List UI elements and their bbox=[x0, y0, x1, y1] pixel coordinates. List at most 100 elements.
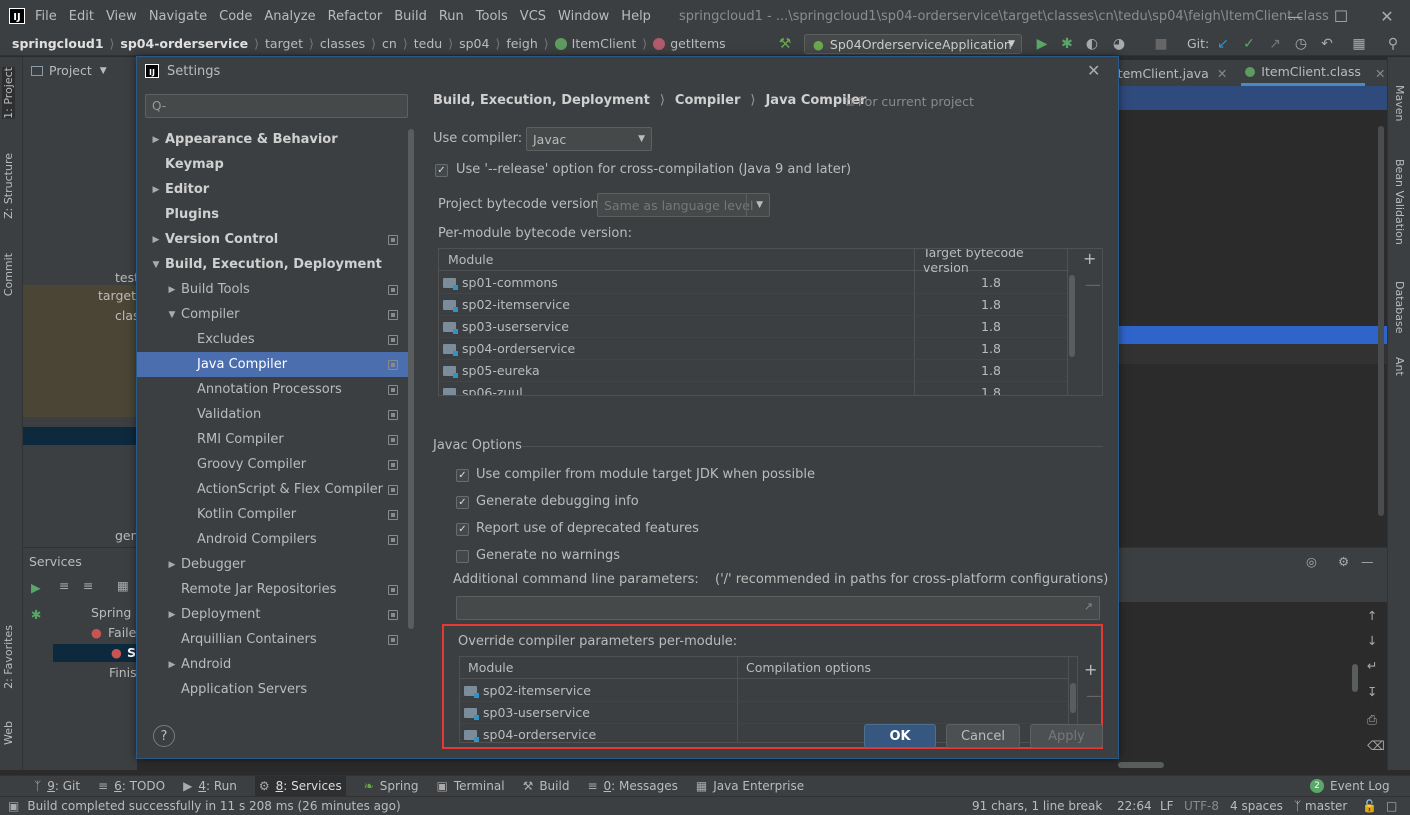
settings-tree-item[interactable]: Keymap bbox=[137, 152, 409, 177]
chevron-right-icon[interactable]: ▶ bbox=[149, 135, 163, 145]
editor-area[interactable] bbox=[1118, 86, 1387, 546]
project-bytecode-select[interactable]: Same as language level ▼ bbox=[597, 193, 770, 217]
remove-override-icon[interactable]: — bbox=[1086, 686, 1102, 705]
status-chars[interactable]: 91 chars, 1 line break bbox=[972, 799, 1102, 813]
settings-tree-item[interactable]: Validation bbox=[137, 402, 409, 427]
value-cell[interactable]: 1.8 bbox=[915, 275, 1067, 290]
service-selected[interactable]: S bbox=[127, 645, 136, 660]
cancel-button[interactable]: Cancel bbox=[946, 724, 1020, 748]
remove-module-icon[interactable]: — bbox=[1085, 275, 1101, 294]
menu-view[interactable]: View bbox=[106, 9, 137, 24]
crumb-module[interactable]: sp04-orderservice bbox=[120, 36, 248, 51]
settings-tree-item[interactable]: ▼ Compiler bbox=[137, 302, 409, 327]
settings-tree-item[interactable]: Plugins bbox=[137, 202, 409, 227]
menu-file[interactable]: File bbox=[35, 9, 57, 24]
settings-tree-item[interactable]: Excludes bbox=[137, 327, 409, 352]
bottom-tab-run[interactable]: ▶ 4: Run bbox=[183, 779, 237, 793]
use-compiler-select[interactable]: Javac ▼ bbox=[526, 127, 652, 151]
chevron-right-icon[interactable]: ▶ bbox=[165, 285, 179, 295]
git-commit-icon[interactable]: ✓ bbox=[1240, 35, 1258, 53]
soft-wrap-icon[interactable]: ↵ bbox=[1367, 658, 1377, 673]
value-cell[interactable]: 1.8 bbox=[915, 363, 1067, 378]
crumb-cn[interactable]: cn bbox=[382, 36, 397, 51]
settings-tree-item[interactable]: ▶ Debugger bbox=[137, 552, 409, 577]
settings-tree-item[interactable]: ▶ Build Tools bbox=[137, 277, 409, 302]
tab-web[interactable]: Web bbox=[2, 721, 15, 745]
release-option-checkbox[interactable]: ✓ bbox=[435, 164, 448, 177]
stop-icon[interactable]: ■ bbox=[1152, 35, 1170, 53]
tab-itemclient-class[interactable]: ItemClient.class bbox=[1241, 60, 1365, 86]
menu-analyze[interactable]: Analyze bbox=[264, 9, 315, 24]
value-cell[interactable]: 1.8 bbox=[915, 319, 1067, 334]
tab-bean-validation[interactable]: Bean Validation bbox=[1393, 159, 1406, 245]
add-override-icon[interactable]: + bbox=[1084, 660, 1097, 679]
crumb-target[interactable]: target bbox=[265, 36, 303, 51]
col-override-module[interactable]: Module bbox=[468, 660, 513, 675]
status-encoding[interactable]: UTF-8 bbox=[1184, 799, 1219, 813]
project-panel-header[interactable]: Project ▼ bbox=[31, 63, 107, 78]
services-run-icon[interactable]: ▶ bbox=[31, 580, 41, 595]
settings-tree-item[interactable]: ▶ Editor bbox=[137, 177, 409, 202]
value-cell[interactable]: 1.8 bbox=[915, 297, 1067, 312]
settings-tree-item[interactable]: Remote Jar Repositories bbox=[137, 577, 409, 602]
bottom-tab-todo[interactable]: ≡ 6: TODO bbox=[98, 779, 165, 793]
run-icon[interactable]: ▶ bbox=[1033, 35, 1051, 53]
settings-tree-item[interactable]: ▶ Deployment bbox=[137, 602, 409, 627]
git-push-icon[interactable]: ↗ bbox=[1266, 35, 1284, 53]
event-log-button[interactable]: 2 Event Log bbox=[1310, 779, 1390, 793]
tab-database[interactable]: Database bbox=[1393, 281, 1406, 334]
crumb-itemclient[interactable]: ItemClient bbox=[572, 36, 637, 51]
settings-tree-item[interactable]: RMI Compiler bbox=[137, 427, 409, 452]
services-debug-icon[interactable]: ✱ bbox=[31, 607, 41, 622]
menu-code[interactable]: Code bbox=[219, 9, 252, 24]
col-target-bytecode[interactable]: Target bytecode version bbox=[923, 249, 1069, 275]
table-row[interactable]: sp03-userservice 1.8 bbox=[439, 316, 1067, 338]
expand-field-icon[interactable]: ↗ bbox=[1084, 600, 1093, 613]
crumb-classes[interactable]: classes bbox=[320, 36, 365, 51]
trash-icon[interactable]: ⌫ bbox=[1367, 738, 1385, 753]
settings-tree-item[interactable]: Annotation Processors bbox=[137, 377, 409, 402]
chevron-right-icon[interactable]: ▶ bbox=[149, 235, 163, 245]
bottom-tab-java-enterprise[interactable]: ▦ Java Enterprise bbox=[696, 779, 804, 793]
no-warnings-checkbox[interactable] bbox=[456, 550, 469, 563]
debugging-info-checkbox[interactable]: ✓ bbox=[456, 496, 469, 509]
table-row[interactable]: sp03-userservice bbox=[460, 702, 1068, 724]
menu-refactor[interactable]: Refactor bbox=[328, 9, 383, 24]
value-cell[interactable]: 1.8 bbox=[915, 341, 1067, 356]
status-message[interactable]: Build completed successfully in 11 s 208… bbox=[27, 799, 400, 813]
col-compilation-options[interactable]: Compilation options bbox=[746, 660, 871, 675]
crumb-getitems[interactable]: getItems bbox=[670, 36, 726, 51]
minimize-icon[interactable]: — bbox=[1272, 0, 1318, 32]
lock-icon[interactable]: 🔓 bbox=[1362, 799, 1377, 813]
service-finished[interactable]: Finis bbox=[109, 665, 137, 680]
build-hammer-icon[interactable]: ⚒ bbox=[776, 35, 794, 53]
table-row[interactable]: sp02-itemservice bbox=[460, 680, 1068, 702]
status-position[interactable]: 22:64 bbox=[1117, 799, 1152, 813]
close-window-icon[interactable]: ✕ bbox=[1364, 0, 1410, 32]
settings-tree-item[interactable]: ▶ Version Control bbox=[137, 227, 409, 252]
menu-build[interactable]: Build bbox=[394, 9, 427, 24]
menu-edit[interactable]: Edit bbox=[69, 9, 94, 24]
scroll-end-icon[interactable]: ↧ bbox=[1367, 684, 1377, 699]
crumb-build-execution-deployment[interactable]: Build, Execution, Deployment bbox=[433, 93, 650, 108]
bottom-tab-services[interactable]: ⚙ 8: Services bbox=[254, 776, 346, 796]
bottom-tab-messages[interactable]: ≡ 0: Messages bbox=[587, 779, 677, 793]
menu-tools[interactable]: Tools bbox=[476, 9, 508, 24]
bottom-tab-build[interactable]: ⚒ Build bbox=[523, 779, 570, 793]
crumb-sp04[interactable]: sp04 bbox=[459, 36, 489, 51]
status-indent[interactable]: 4 spaces bbox=[1230, 799, 1283, 813]
tab-favorites[interactable]: 2: Favorites bbox=[2, 625, 15, 689]
chevron-down-icon[interactable]: ▼ bbox=[149, 260, 163, 270]
menu-run[interactable]: Run bbox=[439, 9, 464, 24]
settings-tree-item[interactable]: ActionScript & Flex Compiler bbox=[137, 477, 409, 502]
use-target-jdk-checkbox[interactable]: ✓ bbox=[456, 469, 469, 482]
help-button[interactable]: ? bbox=[153, 725, 175, 747]
table-row[interactable]: sp04-orderservice 1.8 bbox=[439, 338, 1067, 360]
tab-project[interactable]: 1: Project bbox=[2, 67, 15, 119]
tab-ant[interactable]: Ant bbox=[1393, 357, 1406, 376]
service-spring[interactable]: Spring bbox=[91, 605, 131, 620]
settings-tree-item[interactable]: Java Compiler bbox=[137, 352, 409, 377]
settings-gear-icon[interactable]: ⚙ bbox=[1338, 554, 1349, 569]
bottom-tab-spring[interactable]: ❧ Spring bbox=[364, 779, 419, 793]
collapse-all-icon[interactable]: ≡ bbox=[83, 578, 93, 593]
